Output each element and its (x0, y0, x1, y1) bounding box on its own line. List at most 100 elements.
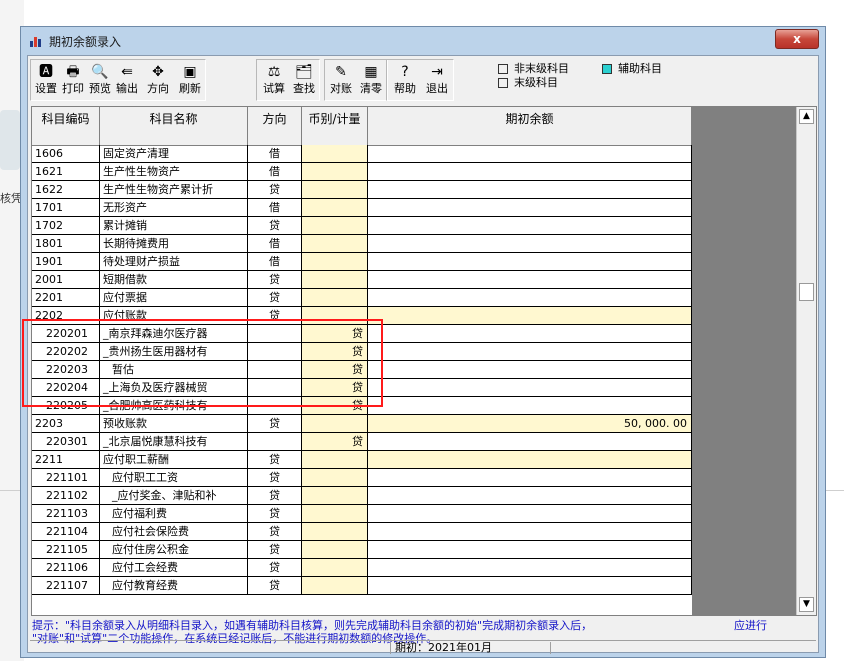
account-name-cell[interactable]: 预收账款 (100, 415, 248, 433)
table-row[interactable]: 2203 预收账款贷 50, 000. 00 (32, 415, 692, 433)
opening-balance-cell[interactable] (368, 181, 692, 199)
opening-balance-cell[interactable] (368, 541, 692, 559)
table-row[interactable]: 221102 _应付奖金、津贴和补贷 (32, 487, 692, 505)
toolbar-button-balance[interactable]: ⚖ 试算 (259, 62, 289, 100)
table-row[interactable]: 221107 应付教育经费贷 (32, 577, 692, 595)
opening-balance-cell[interactable] (368, 217, 692, 235)
opening-balance-cell[interactable] (368, 343, 692, 361)
account-name-cell[interactable]: 应付教育经费 (100, 577, 248, 595)
toolbar-button-refresh[interactable]: ▣ 刷新 (176, 62, 204, 100)
direction-cell[interactable] (248, 433, 302, 451)
account-name-cell[interactable]: 长期待摊费用 (100, 235, 248, 253)
account-name-cell[interactable]: 应付住房公积金 (100, 541, 248, 559)
currency-cell[interactable] (302, 577, 368, 595)
account-code-cell[interactable]: 2211 (32, 451, 100, 469)
direction-cell[interactable]: 贷 (248, 217, 302, 235)
account-name-cell[interactable]: 生产性生物资产 (100, 163, 248, 181)
account-name-cell[interactable]: 应付社会保险费 (100, 523, 248, 541)
table-row[interactable]: 1701 无形资产借 (32, 199, 692, 217)
account-code-cell[interactable]: 1801 (32, 235, 100, 253)
account-name-cell[interactable]: 应付职工工资 (100, 469, 248, 487)
direction-cell[interactable]: 贷 (248, 415, 302, 433)
currency-cell[interactable] (302, 505, 368, 523)
account-name-cell[interactable]: 生产性生物资产累计折 (100, 181, 248, 199)
toolbar-button-printer[interactable]: 🖶 打印 (60, 62, 86, 100)
opening-balance-cell[interactable] (368, 469, 692, 487)
direction-cell[interactable]: 贷 (248, 181, 302, 199)
vertical-scrollbar[interactable]: ▲ ▼ (796, 107, 816, 615)
account-code-cell[interactable]: 1901 (32, 253, 100, 271)
currency-cell[interactable] (302, 145, 368, 163)
account-code-cell[interactable]: 1606 (32, 145, 100, 163)
account-name-cell[interactable]: 短期借款 (100, 271, 248, 289)
account-name-cell[interactable]: 无形资产 (100, 199, 248, 217)
opening-balance-cell[interactable] (368, 163, 692, 181)
account-code-cell[interactable]: 2001 (32, 271, 100, 289)
opening-balance-cell[interactable] (368, 451, 692, 469)
account-code-cell[interactable]: 221102 (32, 487, 100, 505)
close-button[interactable]: x (775, 29, 819, 49)
direction-cell[interactable]: 借 (248, 235, 302, 253)
header-account-name[interactable]: 科目名称 (100, 107, 248, 145)
opening-balance-cell[interactable] (368, 487, 692, 505)
opening-balance-cell[interactable] (368, 559, 692, 577)
direction-cell[interactable]: 贷 (248, 487, 302, 505)
opening-balance-cell[interactable] (368, 397, 692, 415)
title-bar[interactable]: 期初余额录入 x (21, 27, 825, 55)
opening-balance-cell[interactable] (368, 433, 692, 451)
account-name-cell[interactable]: 应付工会经费 (100, 559, 248, 577)
table-row[interactable]: 221105 应付住房公积金贷 (32, 541, 692, 559)
opening-balance-cell[interactable] (368, 577, 692, 595)
currency-cell[interactable] (302, 487, 368, 505)
account-name-cell[interactable]: 累计摊销 (100, 217, 248, 235)
currency-cell[interactable] (302, 541, 368, 559)
account-name-cell[interactable]: 应付职工薪酬 (100, 451, 248, 469)
table-row[interactable]: 2211 应付职工薪酬贷 (32, 451, 692, 469)
currency-cell[interactable] (302, 163, 368, 181)
scroll-down-arrow-icon[interactable]: ▼ (799, 597, 814, 612)
direction-cell[interactable]: 借 (248, 145, 302, 163)
opening-balance-cell[interactable] (368, 271, 692, 289)
toolbar-button-settings[interactable]: 🅰 设置 (33, 62, 59, 100)
account-code-cell[interactable]: 221101 (32, 469, 100, 487)
opening-balance-cell[interactable] (368, 505, 692, 523)
account-code-cell[interactable]: 221105 (32, 541, 100, 559)
scroll-thumb[interactable] (799, 283, 814, 301)
account-code-cell[interactable]: 1621 (32, 163, 100, 181)
direction-cell[interactable]: 贷 (248, 451, 302, 469)
toolbar-button-find[interactable]: 🗂 查找 (290, 62, 318, 100)
account-name-cell[interactable]: 应付福利费 (100, 505, 248, 523)
currency-cell[interactable] (302, 199, 368, 217)
account-name-cell[interactable]: 待处理财产损益 (100, 253, 248, 271)
table-row[interactable]: 221104 应付社会保险费贷 (32, 523, 692, 541)
direction-cell[interactable]: 借 (248, 253, 302, 271)
opening-balance-cell[interactable] (368, 235, 692, 253)
currency-cell[interactable] (302, 253, 368, 271)
currency-cell[interactable] (302, 289, 368, 307)
direction-cell[interactable]: 贷 (248, 523, 302, 541)
account-code-cell[interactable]: 1702 (32, 217, 100, 235)
opening-balance-cell[interactable] (368, 145, 692, 163)
table-row[interactable]: 221106 应付工会经费贷 (32, 559, 692, 577)
toolbar-button-export[interactable]: ⇚ 输出 (114, 62, 140, 100)
currency-cell[interactable] (302, 217, 368, 235)
toolbar-button-preview[interactable]: 🔍 预览 (87, 62, 113, 100)
opening-balance-cell[interactable] (368, 253, 692, 271)
currency-cell[interactable]: 贷 (302, 433, 368, 451)
currency-cell[interactable] (302, 523, 368, 541)
direction-cell[interactable]: 贷 (248, 541, 302, 559)
direction-cell[interactable]: 借 (248, 199, 302, 217)
account-code-cell[interactable]: 221106 (32, 559, 100, 577)
direction-cell[interactable]: 贷 (248, 271, 302, 289)
table-row[interactable]: 1901 待处理财产损益借 (32, 253, 692, 271)
account-code-cell[interactable]: 1622 (32, 181, 100, 199)
table-row[interactable]: 2201 应付票据贷 (32, 289, 692, 307)
table-row[interactable]: 2001 短期借款贷 (32, 271, 692, 289)
scroll-up-arrow-icon[interactable]: ▲ (799, 109, 814, 124)
opening-balance-cell[interactable] (368, 289, 692, 307)
currency-cell[interactable] (302, 235, 368, 253)
header-direction[interactable]: 方向 (248, 107, 302, 145)
table-row[interactable]: 1622 生产性生物资产累计折贷 (32, 181, 692, 199)
opening-balance-cell[interactable]: 50, 000. 00 (368, 415, 692, 433)
table-row[interactable]: 1801 长期待摊费用借 (32, 235, 692, 253)
